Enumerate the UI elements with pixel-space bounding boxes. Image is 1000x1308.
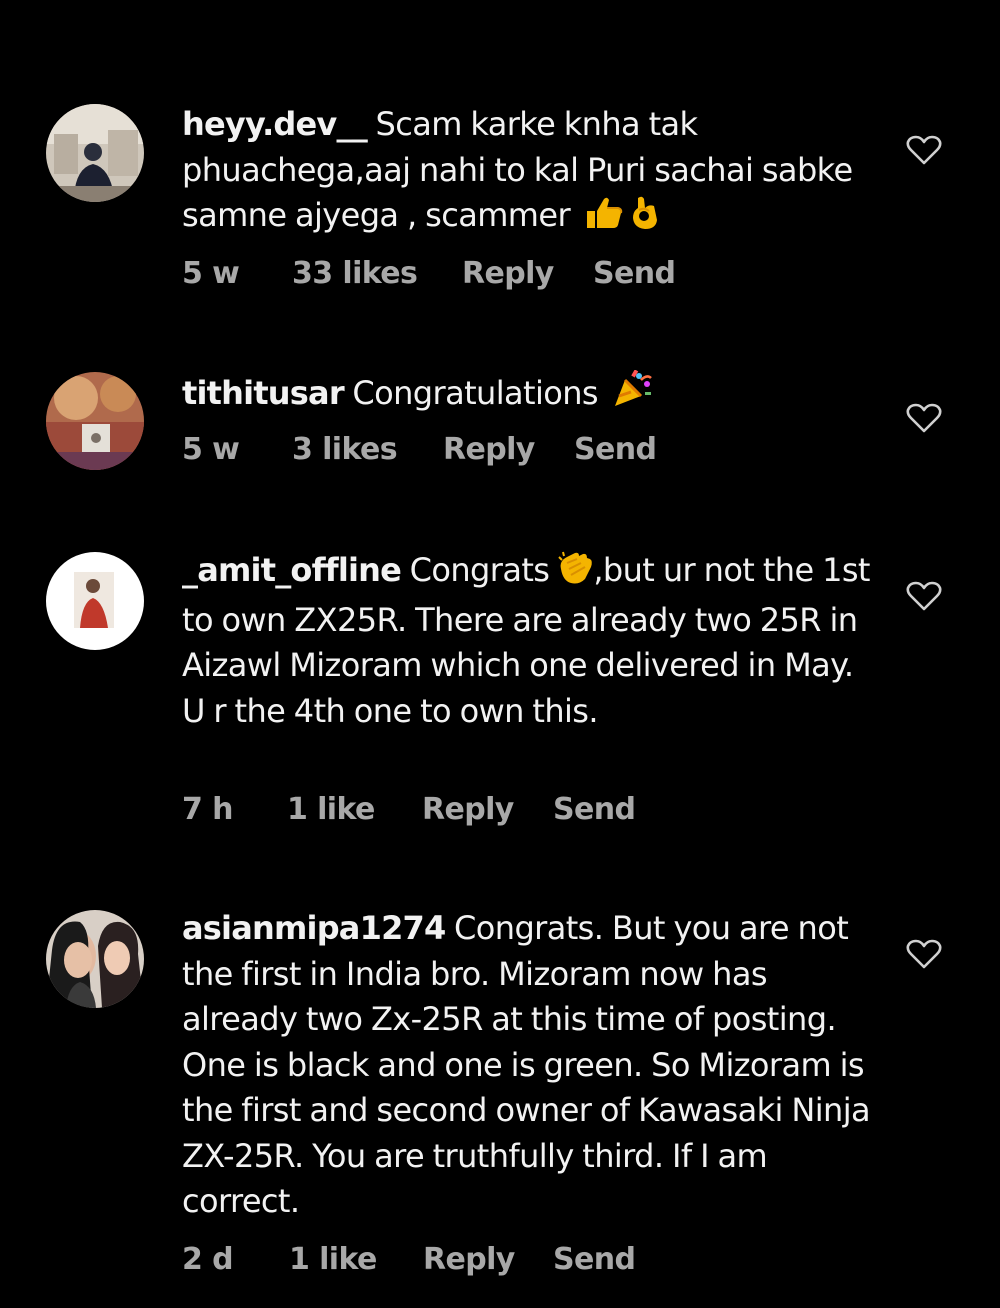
comment-message: Congratulations	[352, 374, 598, 412]
comment-text: asianmipa1274 Congrats. But you are not …	[182, 906, 882, 1225]
comment-time: 5 w	[182, 256, 240, 291]
avatar[interactable]	[46, 910, 144, 1008]
comment-text: _amit_offline Congrats ,but ur not the 1…	[182, 548, 882, 734]
comment-likes[interactable]: 33 likes	[292, 256, 418, 291]
comment-username[interactable]: _amit_offline	[182, 551, 402, 589]
clapping-hands-emoji	[557, 551, 593, 598]
send-button[interactable]: Send	[574, 432, 657, 467]
comment-time: 5 w	[182, 432, 240, 467]
avatar[interactable]	[46, 372, 144, 470]
heart-outline-icon[interactable]	[906, 134, 942, 166]
avatar[interactable]	[46, 104, 144, 202]
heart-outline-icon[interactable]	[906, 580, 942, 612]
reply-button[interactable]: Reply	[422, 792, 514, 827]
send-button[interactable]: Send	[553, 792, 636, 827]
comment-likes[interactable]: 3 likes	[292, 432, 398, 467]
comment-username[interactable]: asianmipa1274	[182, 909, 446, 947]
reply-button[interactable]: Reply	[462, 256, 554, 291]
comment-time: 7 h	[182, 792, 233, 827]
comment-username[interactable]: heyy.dev__	[182, 105, 368, 143]
heart-outline-icon[interactable]	[906, 402, 942, 434]
reply-button[interactable]: Reply	[423, 1242, 515, 1277]
party-popper-emoji	[613, 369, 653, 421]
comment-message: Congrats	[409, 551, 550, 589]
comment-text: tithitusar Congratulations	[182, 369, 882, 421]
avatar[interactable]	[46, 552, 144, 650]
heart-outline-icon[interactable]	[906, 938, 942, 970]
comment-username[interactable]: tithitusar	[182, 374, 345, 412]
comment-likes[interactable]: 1 like	[287, 792, 375, 827]
reply-button[interactable]: Reply	[443, 432, 535, 467]
comment-message: Congrats. But you are not the first in I…	[182, 909, 871, 1220]
comment-text: heyy.dev__ Scam karke knha tak phuachega…	[182, 102, 882, 243]
thumbs-up-emoji	[585, 196, 623, 243]
comment-likes[interactable]: 1 like	[289, 1242, 377, 1277]
send-button[interactable]: Send	[593, 256, 676, 291]
send-button[interactable]: Send	[553, 1242, 636, 1277]
comment-time: 2 d	[182, 1242, 234, 1277]
ok-hand-emoji	[629, 194, 661, 243]
